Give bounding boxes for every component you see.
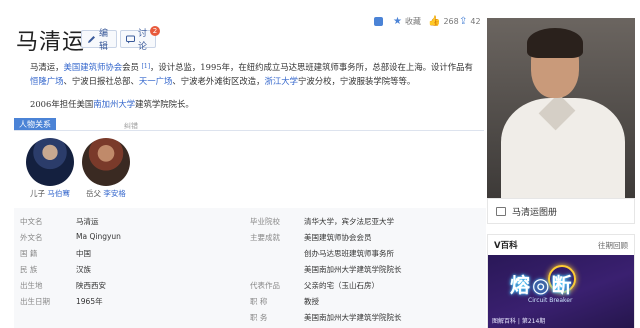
info-value: 汉族 xyxy=(76,265,91,274)
info-value: 中国 xyxy=(76,249,91,258)
info-value: 教授 xyxy=(304,297,319,306)
info-key: 中文名 xyxy=(20,217,43,226)
chat-icon xyxy=(126,35,135,44)
basic-info-table: 中文名 马清运 毕业院校 清华大学，宾夕法尼亚大学 外文名 Ma Qingyun… xyxy=(14,208,486,328)
info-value: Ma Qingyun xyxy=(76,232,121,241)
relation-name[interactable]: 李安格 xyxy=(103,189,126,198)
share-icon: ⇪ xyxy=(459,15,468,27)
info-row: 出生日期 1965年 职 称 教授 xyxy=(14,292,486,308)
share-count: 42 xyxy=(470,16,481,26)
intro-text: 宁波分校，宁波服装学院等等。 xyxy=(298,76,416,86)
info-key: 职 务 xyxy=(250,313,268,322)
like-count: 268 xyxy=(443,16,459,26)
info-key: 出生地 xyxy=(20,281,43,290)
info-key: 主要成就 xyxy=(250,233,280,242)
gallery-link[interactable]: 马清运图册 xyxy=(487,198,635,224)
banner-footer: 图解百科 | 第214期 xyxy=(492,318,546,325)
link-aia[interactable]: 美国建筑师协会 xyxy=(64,62,123,72)
link-usc[interactable]: 南加州大学 xyxy=(93,99,135,109)
info-key: 出生日期 xyxy=(20,297,50,306)
info-row: 外文名 Ma Qingyun 主要成就 美国建筑师协会会员 xyxy=(14,228,486,244)
info-key: 代表作品 xyxy=(250,281,280,290)
pencil-icon xyxy=(87,35,96,44)
banner-subtitle: Circuit Breaker xyxy=(528,297,573,304)
discuss-count-badge: 2 xyxy=(150,26,160,36)
like-button[interactable]: 👍 268 xyxy=(428,14,459,28)
info-key: 民 族 xyxy=(20,265,38,274)
info-value: 1965年 xyxy=(76,297,103,306)
portrait-hair xyxy=(527,28,583,58)
favorite-button[interactable]: ★ 收藏 xyxy=(393,14,421,28)
page-title: 马清运 xyxy=(16,30,86,55)
info-key: 毕业院校 xyxy=(250,217,280,226)
relation-name[interactable]: 马伯骞 xyxy=(47,189,70,198)
vbaike-banner[interactable]: 熔◎断 Circuit Breaker 图解百科 | 第214期 xyxy=(488,255,634,328)
avatar-son[interactable] xyxy=(26,138,74,186)
info-row: 民 族 汉族 美国南加州大学建筑学院院长 xyxy=(14,260,486,276)
link-tianyi-plaza[interactable]: 天一广场 xyxy=(139,76,173,86)
intro-text: 会员 xyxy=(122,62,139,72)
career-text: 建筑学院院长。 xyxy=(135,99,194,109)
career-text: 2006年担任美国 xyxy=(30,99,94,109)
thumbs-up-icon: 👍 xyxy=(428,15,441,27)
share-button[interactable]: ⇪ 42 xyxy=(459,14,481,28)
intro-text: 、宁波日报社总部、 xyxy=(63,76,139,86)
info-value: 父亲的宅（玉山石房） xyxy=(304,281,379,290)
relation-type: 岳父 xyxy=(86,189,101,198)
relation-type: 儿子 xyxy=(30,189,45,198)
vbaike-archive-link[interactable]: 往期回顾 xyxy=(598,240,628,251)
plus-icon xyxy=(374,16,383,26)
vbaike-panel: V百科 往期回顾 熔◎断 Circuit Breaker 图解百科 | 第214… xyxy=(487,234,635,328)
relation-label-son[interactable]: 儿子 马伯骞 xyxy=(30,188,70,199)
info-row: 职 务 美国南加州大学建筑学院院长 xyxy=(14,308,486,324)
info-key: 外文名 xyxy=(20,233,43,242)
info-key: 国 籍 xyxy=(20,249,38,258)
portrait-image[interactable] xyxy=(487,18,635,198)
banner-title: 熔◎断 xyxy=(510,273,574,297)
link-zhejiang-university[interactable]: 浙江大学 xyxy=(265,76,299,86)
info-key: 职 称 xyxy=(250,297,268,306)
info-value: 美国南加州大学建筑学院院长 xyxy=(304,313,402,322)
intro-text: 马清运， xyxy=(30,62,64,72)
link-henglong-plaza[interactable]: 恒隆广场 xyxy=(30,76,64,86)
intro-text: ，设计总监，1995年，在纽约成立马达思班建筑师事务所，总部设在上海。设计作品有 xyxy=(150,62,473,72)
gallery-label: 马清运图册 xyxy=(512,207,558,218)
intro-paragraph: 马清运，美国建筑师协会会员 [1]，设计总监，1995年，在纽约成立马达思班建筑… xyxy=(30,60,480,88)
edit-label: 编辑 xyxy=(99,29,109,52)
add-button[interactable] xyxy=(374,14,383,28)
info-value: 创办马达思班建筑师事务所 xyxy=(304,249,394,258)
career-paragraph: 2006年担任美国南加州大学建筑学院院长。 xyxy=(30,98,194,110)
favorite-label: 收藏 xyxy=(404,16,421,26)
star-icon: ★ xyxy=(393,15,402,27)
vbaike-title: V百科 xyxy=(494,241,518,251)
edit-button[interactable]: 编辑 xyxy=(81,29,117,52)
info-value: 清华大学，宾夕法尼亚大学 xyxy=(304,217,394,226)
intro-text: 、宁波老外滩街区改造， xyxy=(172,76,265,86)
info-row: 中文名 马清运 毕业院校 清华大学，宾夕法尼亚大学 xyxy=(14,212,486,228)
avatar-father-in-law[interactable] xyxy=(82,138,130,186)
reference-link[interactable]: [1] xyxy=(142,63,151,70)
relation-label-father-in-law[interactable]: 岳父 李安格 xyxy=(86,188,126,199)
info-value: 陕西西安 xyxy=(76,281,106,290)
info-value: 马清运 xyxy=(76,217,99,226)
discuss-label: 讨论 xyxy=(138,29,148,52)
info-value: 美国建筑师协会会员 xyxy=(304,233,372,242)
info-row: 国 籍 中国 创办马达思班建筑师事务所 xyxy=(14,244,486,260)
gallery-icon xyxy=(496,206,506,216)
info-value: 美国南加州大学建筑学院院长 xyxy=(304,265,402,274)
info-row: 出生地 陕西西安 代表作品 父亲的宅（玉山石房） xyxy=(14,276,486,292)
relations-divider xyxy=(14,130,484,131)
